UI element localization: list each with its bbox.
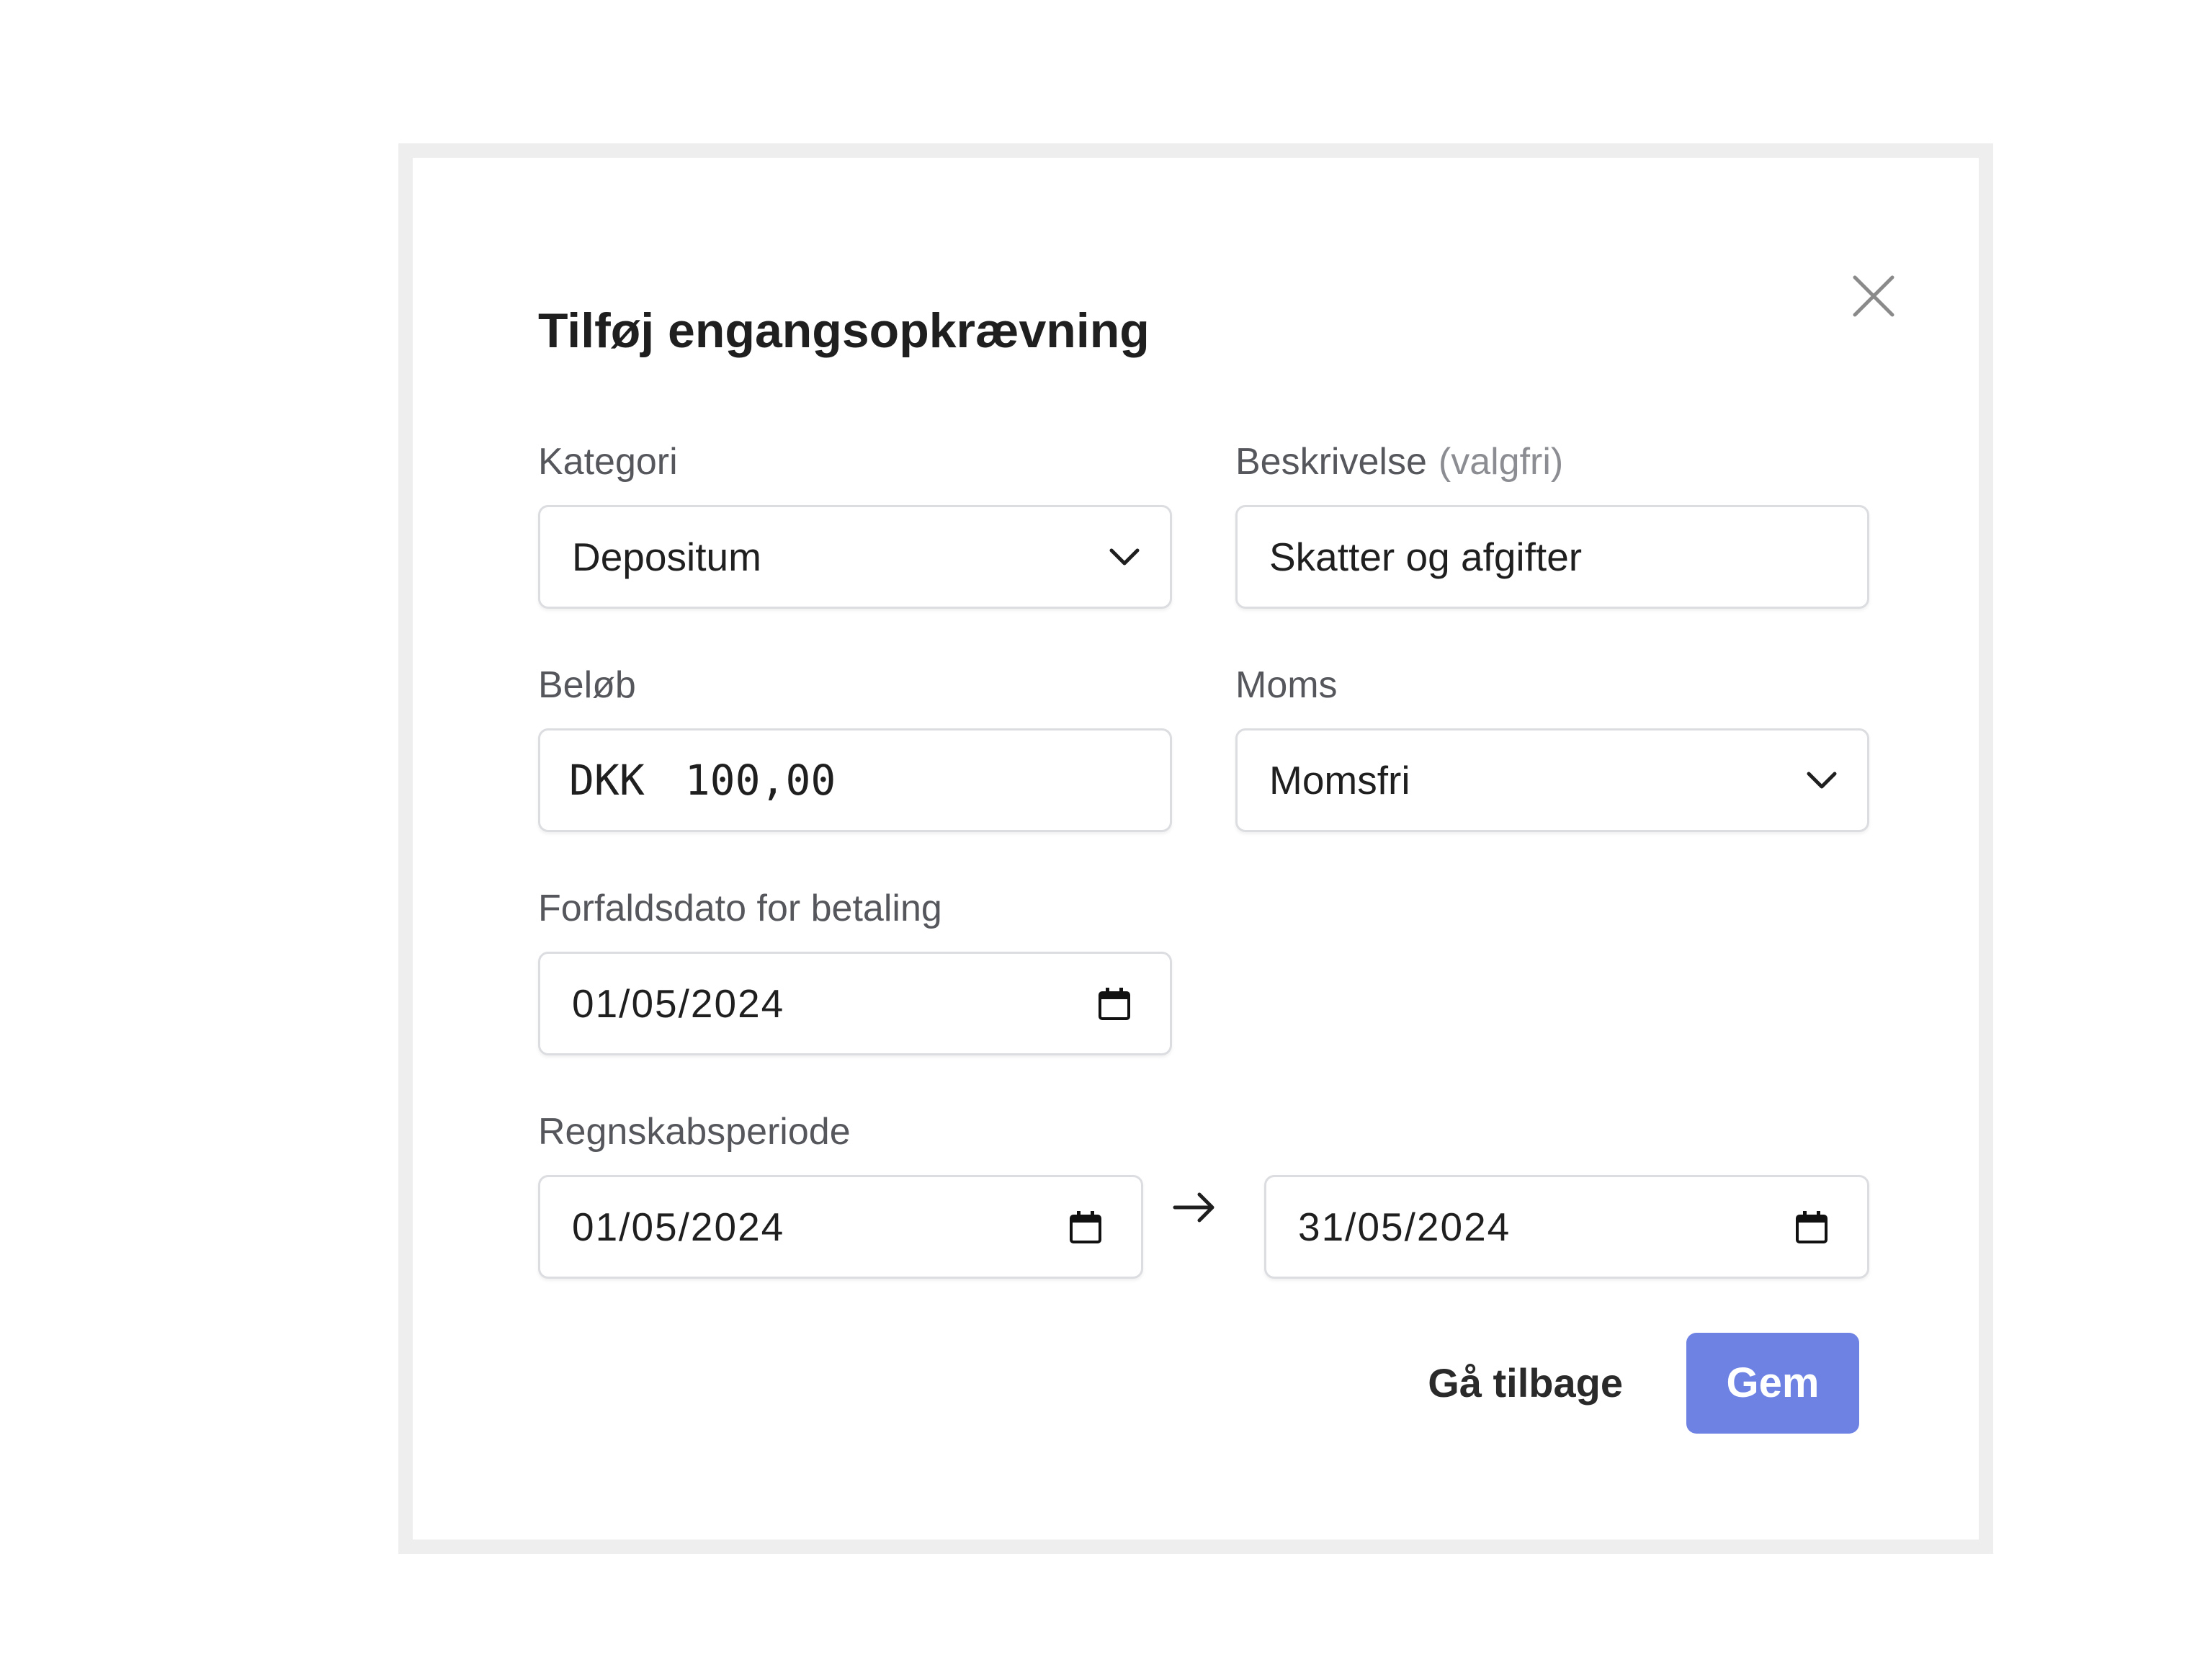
save-button[interactable]: Gem: [1686, 1333, 1859, 1434]
period-end-value: 31/05/2024: [1298, 1205, 1511, 1249]
description-label: Beskrivelse (valgfri): [1235, 437, 1563, 487]
description-input[interactable]: Skatter og afgifter: [1235, 505, 1869, 609]
modal-frame: Tilføj engangsopkrævning Kategori Deposi…: [398, 143, 1993, 1554]
amount-label: Beløb: [538, 660, 636, 710]
calendar-icon[interactable]: [1068, 1210, 1104, 1246]
chevron-down-icon: [1109, 548, 1140, 566]
period-start-input[interactable]: 01/05/2024: [538, 1175, 1143, 1279]
currency-prefix: DKK: [569, 756, 645, 805]
calendar-icon[interactable]: [1096, 986, 1132, 1022]
due-date-label-text: Forfaldsdato for betaling: [538, 888, 942, 929]
vat-value: Momsfri: [1269, 758, 1410, 803]
dialog-title: Tilføj engangsopkrævning: [538, 303, 1150, 358]
amount-label-text: Beløb: [538, 664, 636, 706]
category-label-text: Kategori: [538, 441, 678, 483]
accounting-period-label-text: Regnskabsperiode: [538, 1111, 851, 1153]
accounting-period-label: Regnskabsperiode: [538, 1107, 851, 1157]
period-end-input[interactable]: 31/05/2024: [1264, 1175, 1869, 1279]
calendar-icon[interactable]: [1794, 1210, 1830, 1246]
description-label-text: Beskrivelse: [1235, 441, 1427, 483]
category-value: Depositum: [572, 535, 761, 579]
close-icon: [1853, 275, 1894, 317]
vat-label: Moms: [1235, 660, 1338, 710]
arrow-right-icon: [1173, 1192, 1214, 1223]
category-select[interactable]: Depositum: [538, 505, 1172, 609]
amount-input[interactable]: DKK 100,00: [538, 728, 1172, 832]
amount-value: 100,00: [684, 756, 836, 805]
vat-label-text: Moms: [1235, 664, 1338, 706]
due-date-value: 01/05/2024: [572, 981, 785, 1026]
category-label: Kategori: [538, 437, 678, 487]
vat-select[interactable]: Momsfri: [1235, 728, 1869, 832]
back-button[interactable]: Gå tilbage: [1407, 1333, 1623, 1434]
amount-value-group: DKK 100,00: [569, 730, 836, 830]
close-button[interactable]: [1841, 264, 1906, 329]
chevron-down-icon: [1807, 772, 1837, 789]
period-start-value: 01/05/2024: [572, 1205, 785, 1249]
optional-hint: (valgfri): [1438, 441, 1564, 483]
description-value: Skatter og afgifter: [1269, 535, 1583, 579]
one-time-charge-dialog: Tilføj engangsopkrævning Kategori Deposi…: [413, 158, 1979, 1540]
due-date-label: Forfaldsdato for betaling: [538, 883, 942, 934]
due-date-input[interactable]: 01/05/2024: [538, 952, 1172, 1055]
